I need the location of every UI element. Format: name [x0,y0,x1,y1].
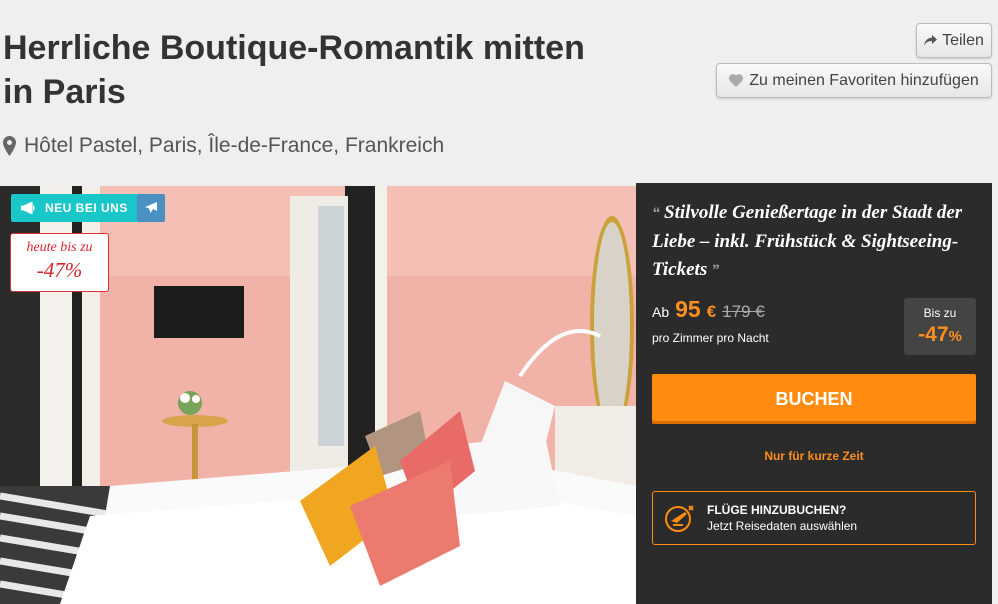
book-button[interactable]: BUCHEN [652,374,976,424]
upto-percent: % [948,328,962,345]
new-badge: NEU BEI UNS [11,194,138,222]
share-label: Teilen [942,31,984,49]
price: Ab 95 € 179 € [652,296,765,323]
add-flights-subtitle: Jetzt Reisedaten auswählen [707,519,858,533]
upto-number: -47 [918,323,949,346]
add-flights-button[interactable]: FLÜGE HINZUBUCHEN? Jetzt Reisedaten ausw… [652,491,976,545]
flight-badge [137,194,165,222]
megaphone-icon [21,202,35,214]
add-flights-title: FLÜGE HINZUBUCHEN? [707,503,847,517]
discount-badge: heute bis zu -47% [10,233,109,292]
discount-badge-line2: -47% [36,258,83,282]
hotel-location: Hôtel Pastel, Paris, Île-de-France, Fran… [3,134,444,158]
share-icon [924,35,938,46]
quote-close-mark: ” [707,262,720,279]
plane-icon [145,202,157,213]
location-text: Hôtel Pastel, Paris, Île-de-France, Fran… [24,134,445,157]
price-currency: € [706,302,717,321]
flight-add-icon [665,505,694,532]
quote-open-mark: “ [652,205,664,222]
page-title: Herrliche Boutique-Romantik mitten in Pa… [3,29,585,111]
offer-panel: “ Stilvolle Genießertage in der Stadt de… [636,183,992,604]
max-discount-box: Bis zu -47% [904,298,976,355]
heart-icon [729,74,744,87]
offer-quote: “ Stilvolle Genießertage in der Stadt de… [652,199,982,285]
limited-time-note: Nur für kurze Zeit [764,449,864,463]
upto-value: -47% [904,323,976,347]
add-flights-text: FLÜGE HINZUBUCHEN? Jetzt Reisedaten ausw… [707,503,857,533]
offer-quote-text: Stilvolle Genießertage in der Stadt der … [652,202,963,280]
price-prefix: Ab [652,304,670,320]
price-amount: 95 [675,296,701,322]
map-pin-icon [3,136,16,156]
old-price: 179 € [722,302,765,321]
add-to-favorites-button[interactable]: Zu meinen Favoriten hinzufügen [716,63,992,98]
discount-badge-line1: heute bis zu [26,240,93,255]
new-badge-label: NEU BEI UNS [45,201,128,215]
price-unit: pro Zimmer pro Nacht [652,331,769,345]
share-button[interactable]: Teilen [916,23,992,58]
favorite-label: Zu meinen Favoriten hinzufügen [749,71,979,89]
upto-label: Bis zu [923,306,957,320]
